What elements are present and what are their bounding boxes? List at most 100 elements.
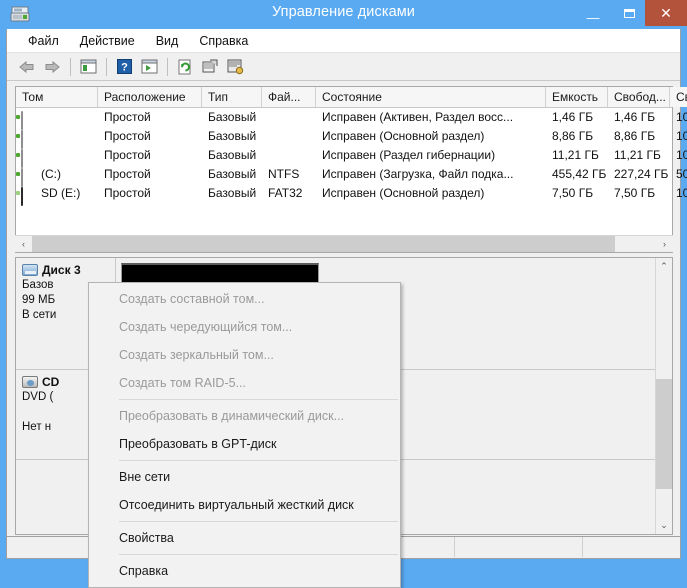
maximize-button[interactable] (615, 0, 643, 26)
menu-action[interactable]: Действие (71, 31, 144, 51)
ctx-detach-vhd[interactable]: Отсоединить виртуальный жесткий диск (89, 491, 400, 519)
menu-bar: Файл Действие Вид Справка (7, 29, 680, 53)
toolbar-separator (70, 57, 71, 76)
ctx-help[interactable]: Справка (89, 557, 400, 585)
scroll-up-arrow-icon[interactable]: ⌃ (656, 258, 672, 275)
volume-list-header: Том Расположение Тип Фай... Состояние Емкость… (16, 87, 687, 108)
cell-layout: Простой (104, 167, 151, 181)
up-one-level-icon[interactable] (76, 55, 100, 79)
cell-free-percent: 100 % (676, 110, 687, 124)
cell-free-space: 227,24 ГБ (614, 167, 669, 181)
disk-view-vertical-scrollbar[interactable]: ⌃ ⌄ (655, 258, 672, 534)
toolbar-separator (106, 57, 107, 76)
toolbar: ? (7, 53, 680, 81)
ctx-properties[interactable]: Свойства (89, 524, 400, 552)
menu-file[interactable]: Файл (19, 31, 68, 51)
minimize-icon: — (586, 9, 600, 25)
cell-filesystem (262, 108, 316, 127)
scroll-right-arrow-icon[interactable]: › (656, 236, 673, 252)
properties-icon[interactable] (223, 55, 247, 79)
cell-capacity: 455,42 ГБ (552, 167, 607, 181)
ctx-create-raid5-volume: Создать том RAID-5... (119, 376, 246, 390)
cell-volume (16, 108, 98, 127)
vertical-scroll-thumb[interactable] (656, 379, 672, 489)
help-icon[interactable]: ? (112, 55, 136, 79)
table-row[interactable]: (C:) Простой Базовый NTFS Исправен (Загрузка… (16, 165, 687, 187)
context-menu-separator (119, 521, 398, 522)
column-filesystem[interactable]: Фай... (262, 87, 316, 107)
cell-free-space: 11,21 ГБ (614, 148, 661, 162)
back-icon[interactable] (15, 55, 39, 79)
toolbar-separator (167, 57, 168, 76)
svg-text:?: ? (121, 62, 128, 74)
cell-volume: (C:) (41, 167, 61, 181)
cell-status: Исправен (Основной раздел) (322, 129, 485, 143)
volume-list-horizontal-scrollbar[interactable]: ‹ › (15, 235, 673, 252)
status-bar-pane-2 (455, 537, 583, 557)
cell-volume (16, 146, 98, 165)
unallocated-partition-label (122, 265, 318, 271)
context-menu-separator (119, 460, 398, 461)
horizontal-scroll-thumb[interactable] (32, 236, 615, 252)
cell-capacity: 7,50 ГБ (552, 186, 594, 200)
cell-status: Исправен (Активен, Раздел восс... (322, 110, 514, 124)
volume-list-body: Простой Базовый Исправен (Активен, Раздел … (16, 108, 687, 206)
ctx-create-mirrored-volume: Создать зеркальный том... (119, 348, 274, 362)
volume-list[interactable]: Том Расположение Тип Фай... Состояние Емкость… (15, 86, 687, 253)
cell-layout: Простой (104, 129, 151, 143)
column-capacity[interactable]: Емкость (546, 87, 608, 107)
scroll-left-arrow-icon[interactable]: ‹ (15, 236, 32, 252)
cell-free-space: 7,50 ГБ (614, 186, 656, 200)
cell-volume (16, 127, 98, 146)
column-type[interactable]: Тип (202, 87, 262, 107)
disk-management-window: Управление дисками — ✕ Файл Действие Вид… (0, 0, 687, 588)
scroll-down-arrow-icon[interactable]: ⌄ (656, 517, 672, 534)
column-volume[interactable]: Том (16, 87, 98, 107)
cdrom-0-title-label: CD (42, 375, 60, 389)
show-hide-console-tree-icon[interactable] (137, 55, 161, 79)
refresh-icon[interactable] (173, 55, 197, 79)
cell-free-space: 1,46 ГБ (614, 110, 656, 124)
cell-volume: SD (E:) (41, 186, 81, 200)
cell-status: Исправен (Раздел гибернации) (322, 148, 496, 162)
ctx-offline[interactable]: Вне сети (89, 463, 400, 491)
menu-help[interactable]: Справка (190, 31, 257, 51)
cell-free-percent: 100 % (676, 148, 687, 162)
maximize-icon (623, 8, 635, 18)
cell-filesystem: NTFS (268, 167, 300, 181)
cell-free-space: 8,86 ГБ (614, 129, 656, 143)
cell-capacity: 8,86 ГБ (552, 129, 594, 143)
table-row[interactable]: SD (E:) Простой Базовый FAT32 Исправен (Осно… (16, 184, 687, 206)
cell-filesystem: FAT32 (268, 186, 303, 200)
table-row[interactable]: Простой Базовый Исправен (Активен, Раздел … (16, 108, 687, 130)
table-row[interactable]: Простой Базовый Исправен (Раздел гибернаци… (16, 146, 687, 168)
cell-type: Базовый (208, 110, 257, 124)
close-button[interactable]: ✕ (645, 0, 687, 26)
context-menu-separator (119, 399, 398, 400)
column-layout[interactable]: Расположение (98, 87, 202, 107)
ctx-convert-to-dynamic-disk: Преобразовать в динамический диск... (119, 409, 345, 423)
hard-disk-icon (22, 264, 38, 276)
cell-layout: Простой (104, 186, 151, 200)
cell-layout: Простой (104, 110, 151, 124)
table-row[interactable]: Простой Базовый Исправен (Основной раздел)… (16, 127, 687, 149)
rescan-disks-icon[interactable] (198, 55, 222, 79)
forward-icon[interactable] (40, 55, 64, 79)
cell-type: Базовый (208, 129, 257, 143)
vertical-scroll-track[interactable] (656, 275, 672, 517)
status-bar-pane-3 (583, 537, 680, 557)
column-free-space[interactable]: Свобод... (608, 87, 670, 107)
disk-3-title-label: Диск 3 (42, 263, 81, 277)
menu-view[interactable]: Вид (147, 31, 188, 51)
horizontal-scroll-track[interactable] (32, 236, 656, 252)
ctx-convert-to-gpt-disk[interactable]: Преобразовать в GPT-диск (89, 430, 400, 458)
cell-free-percent: 100 % (676, 186, 687, 200)
column-status[interactable]: Состояние (316, 87, 546, 107)
context-menu[interactable]: Создать составной том... Создать чередующ… (88, 282, 401, 588)
cell-free-percent: 100 % (676, 129, 687, 143)
cell-status: Исправен (Загрузка, Файл подка... (322, 167, 514, 181)
ctx-create-striped-volume: Создать чередующийся том... (119, 320, 293, 334)
minimize-button[interactable]: — (578, 0, 608, 26)
ctx-create-spanned-volume: Создать составной том... (119, 292, 265, 306)
column-free-percent[interactable]: Своб... (670, 87, 687, 107)
